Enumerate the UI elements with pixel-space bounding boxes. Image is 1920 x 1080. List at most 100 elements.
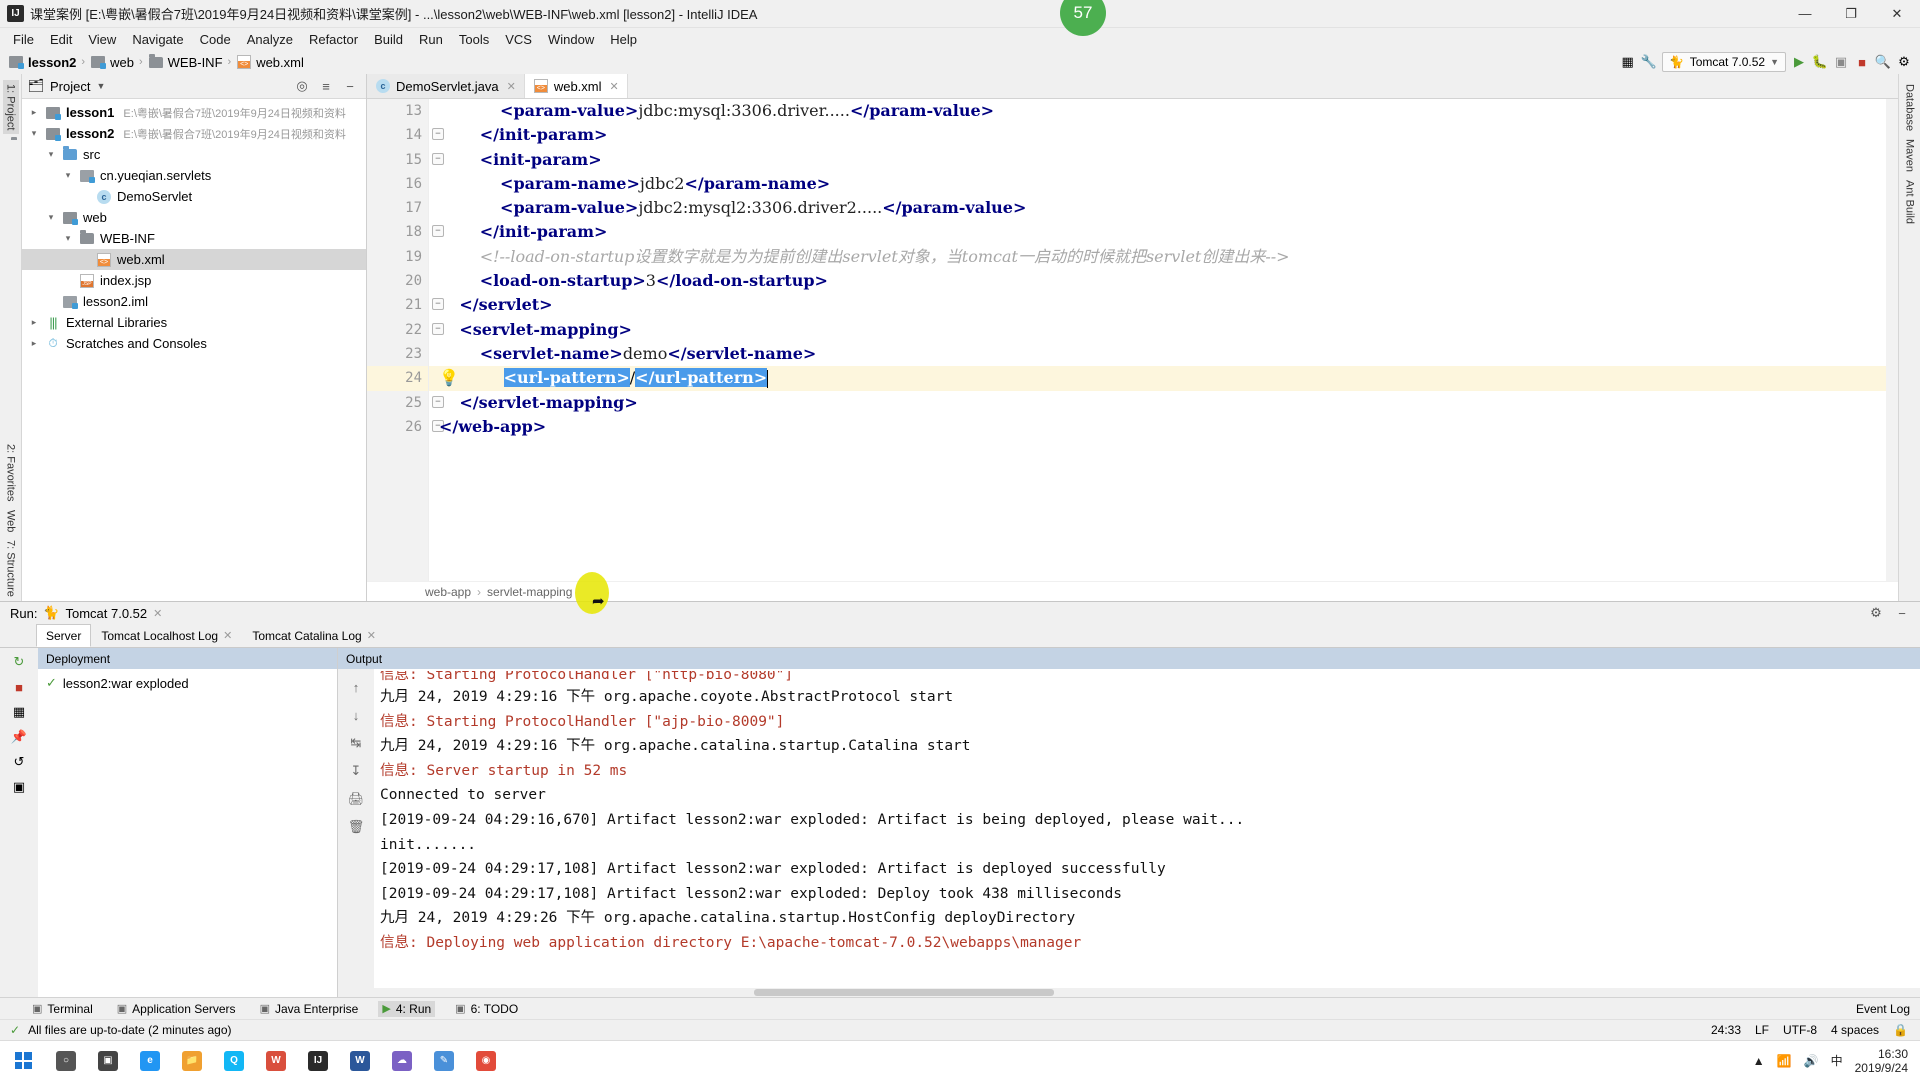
caret-position[interactable]: 24:33	[1711, 1023, 1741, 1037]
code-line[interactable]: <param-value>jdbc:mysql:3306.driver.....…	[429, 99, 1898, 123]
menu-item-analyze[interactable]: Analyze	[239, 30, 301, 49]
chevron-down-icon[interactable]: ▼	[96, 81, 105, 91]
scroll-down-icon[interactable]: ↓	[348, 707, 364, 723]
code-line[interactable]: </servlet-mapping>	[429, 391, 1898, 415]
layout-icon[interactable]: ▦	[11, 704, 27, 720]
code-editor[interactable]: 13 14−15− 16 17 18− 19 20 21−22− 23 24 25−26− <par…	[367, 99, 1898, 581]
run-icon[interactable]: ▶	[1791, 54, 1807, 70]
close-icon[interactable]: ✕	[153, 607, 162, 620]
sidebar-tab-ant[interactable]: Ant Build	[1902, 176, 1918, 228]
settings-icon[interactable]: ⚙	[1896, 54, 1912, 70]
menu-item-code[interactable]: Code	[192, 30, 239, 49]
close-icon[interactable]: ✕	[610, 80, 619, 93]
marker-stripe[interactable]	[1886, 99, 1898, 581]
close-icon[interactable]: ✕	[367, 629, 376, 642]
tree-node-demoservlet[interactable]: c DemoServlet	[22, 186, 366, 207]
editor-icon[interactable]: ✎	[424, 1041, 464, 1080]
trash-icon[interactable]: 🗑	[348, 819, 365, 835]
close-icon[interactable]: ✕	[507, 80, 516, 93]
console-hscrollbar[interactable]	[374, 988, 1920, 997]
editor-tab-web-xml[interactable]: web.xml ✕	[524, 74, 628, 98]
code-line[interactable]: <init-param>	[429, 148, 1898, 172]
menu-item-vcs[interactable]: VCS	[497, 30, 540, 49]
qq-icon[interactable]: Q	[214, 1041, 254, 1080]
tool-window-button-terminal[interactable]: ▣ Terminal	[28, 1001, 97, 1017]
gear-icon[interactable]: ⚙	[1868, 605, 1884, 621]
menu-item-window[interactable]: Window	[540, 30, 602, 49]
editor-breadcrumb[interactable]: web-app › servlet-mapping	[367, 581, 1898, 601]
rerun-icon[interactable]: ↻	[11, 654, 27, 670]
code-line[interactable]: </servlet>	[429, 293, 1898, 317]
breadcrumb-item-web-xml[interactable]: web.xml	[236, 54, 304, 70]
tree-node-index-jsp[interactable]: index.jsp	[22, 270, 366, 291]
chevron-down-icon[interactable]: ▾	[45, 149, 57, 160]
sidebar-tab-database[interactable]: Database	[1902, 80, 1918, 135]
breadcrumb-item-lesson2[interactable]: lesson2	[8, 54, 76, 70]
menu-item-edit[interactable]: Edit	[42, 30, 80, 49]
task-view-icon[interactable]: ▣	[88, 1041, 128, 1080]
sidebar-tab-favorites[interactable]: 2: Favorites	[3, 440, 19, 505]
chevron-right-icon[interactable]: ▸	[28, 338, 40, 349]
editor-breadcrumb-item[interactable]: web-app	[425, 585, 471, 599]
run-config-name[interactable]: Tomcat 7.0.52	[65, 606, 147, 621]
wrench-icon[interactable]: 🔧	[1641, 54, 1657, 70]
menu-item-file[interactable]: File	[5, 30, 42, 49]
indent-setting[interactable]: 4 spaces	[1831, 1023, 1879, 1037]
deploy-icon[interactable]: ▣	[11, 779, 27, 795]
run-tab-server[interactable]: Server	[36, 624, 92, 647]
run-configuration-selector[interactable]: 🐈 Tomcat 7.0.52 ▼	[1661, 52, 1786, 72]
print-icon[interactable]: 🖨	[348, 791, 365, 807]
pin-icon[interactable]: 📌	[11, 729, 27, 745]
tree-node-lesson1[interactable]: ▸ lesson1 E:\粤嵌\暑假合7班\2019年9月24日视频和资料	[22, 102, 366, 123]
run-tab-tomcat-catalina-log[interactable]: Tomcat Catalina Log ✕	[242, 624, 386, 647]
code-line[interactable]: <servlet-name>demo</servlet-name>	[429, 342, 1898, 366]
intellij-idea-icon[interactable]: IJ	[298, 1041, 338, 1080]
encoding[interactable]: UTF-8	[1783, 1023, 1817, 1037]
tree-node-web[interactable]: ▾ web	[22, 207, 366, 228]
tree-node-web-inf[interactable]: ▾ WEB-INF	[22, 228, 366, 249]
close-button[interactable]: ✕	[1874, 0, 1920, 28]
tree-node-external-libraries[interactable]: ▸ ||| External Libraries	[22, 312, 366, 333]
volume-icon[interactable]: 🔊	[1804, 1054, 1819, 1068]
breadcrumb-item-web[interactable]: web	[90, 54, 134, 70]
network-icon[interactable]: 📶	[1777, 1054, 1792, 1068]
menu-item-run[interactable]: Run	[411, 30, 451, 49]
code-line[interactable]: </web-app>	[429, 415, 1898, 439]
chevron-up-icon[interactable]: ▲	[1753, 1054, 1765, 1068]
menu-item-view[interactable]: View	[80, 30, 124, 49]
chrome-icon[interactable]: ◉	[466, 1041, 506, 1080]
maximize-button[interactable]: ❐	[1828, 0, 1874, 28]
editor-breadcrumb-item[interactable]: servlet-mapping	[487, 585, 572, 599]
code-line[interactable]: </init-param>	[429, 220, 1898, 244]
chevron-right-icon[interactable]: ▸	[28, 107, 40, 118]
search-icon[interactable]: 🔍	[1875, 54, 1891, 70]
chevron-down-icon[interactable]: ▾	[45, 212, 57, 223]
editor-tab-demoservlet-java[interactable]: c DemoServlet.java ✕	[367, 74, 525, 98]
tree-node-web-xml[interactable]: web.xml	[22, 249, 366, 270]
lock-icon[interactable]: 🔒	[1893, 1023, 1908, 1037]
menu-item-navigate[interactable]: Navigate	[124, 30, 191, 49]
code-line[interactable]: <param-value>jdbc2:mysql2:3306.driver2..…	[429, 196, 1898, 220]
locate-icon[interactable]: ◎	[294, 78, 310, 94]
code-line[interactable]: <servlet-mapping>	[429, 318, 1898, 342]
chevron-down-icon[interactable]: ▾	[62, 233, 74, 244]
console-output[interactable]: 信息: Starting ProtocolHandler ["http-bio-…	[374, 669, 1920, 988]
soft-wrap-icon[interactable]: ↹	[348, 735, 364, 751]
file-explorer-icon[interactable]: 📁	[172, 1041, 212, 1080]
layout-icon[interactable]: ▦	[1620, 54, 1636, 70]
deployment-item[interactable]: ✓ lesson2:war exploded	[38, 669, 337, 697]
menu-item-refactor[interactable]: Refactor	[301, 30, 366, 49]
debug-icon[interactable]: 🐛	[1812, 54, 1828, 70]
tree-node-src[interactable]: ▾ src	[22, 144, 366, 165]
word-icon[interactable]: W	[340, 1041, 380, 1080]
scroll-up-icon[interactable]: ↑	[348, 679, 364, 695]
sidebar-tab-maven[interactable]: Maven	[1902, 135, 1918, 176]
close-icon[interactable]: ✕	[223, 629, 232, 642]
wps-icon[interactable]: W	[256, 1041, 296, 1080]
sidebar-tab-structure[interactable]: 7: Structure	[3, 536, 19, 601]
tree-node-lesson2[interactable]: ▾ lesson2 E:\粤嵌\暑假合7班\2019年9月24日视频和资料	[22, 123, 366, 144]
code-line[interactable]: </init-param>	[429, 123, 1898, 147]
tool-window-button-java-enterprise[interactable]: ▣ Java Enterprise	[256, 1001, 363, 1017]
minimize-button[interactable]: —	[1782, 0, 1828, 28]
tree-node-scratches-and-consoles[interactable]: ▸ ⏱ Scratches and Consoles	[22, 333, 366, 354]
